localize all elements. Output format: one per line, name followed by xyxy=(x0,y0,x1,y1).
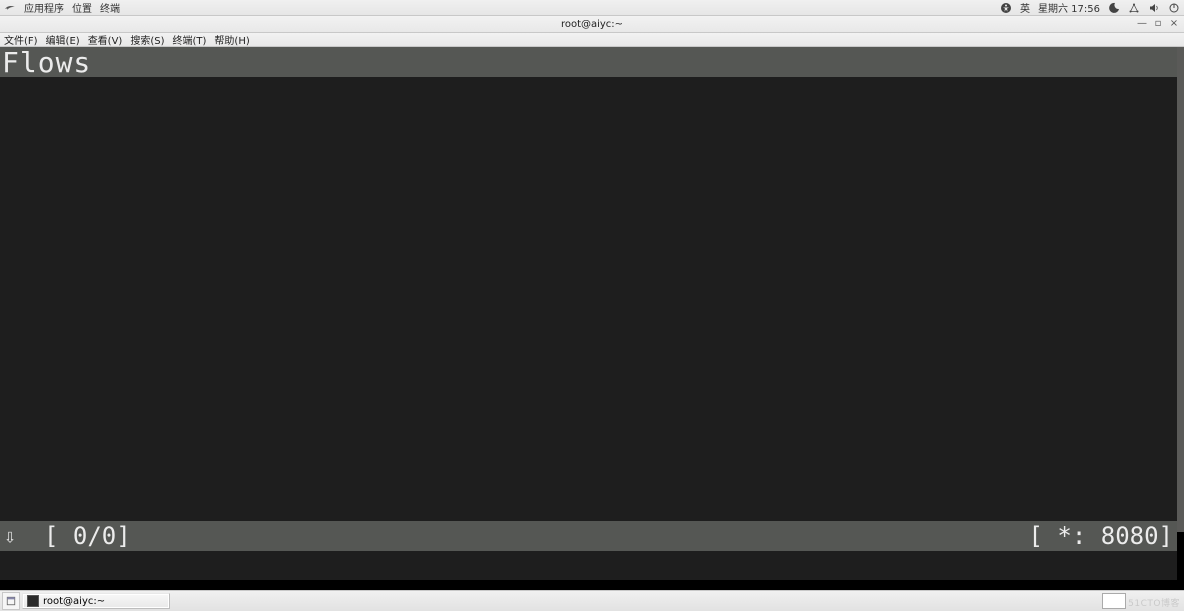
window-maximize-button[interactable]: ▫ xyxy=(1152,17,1164,29)
menu-view[interactable]: 查看(V) xyxy=(88,32,123,47)
volume-icon[interactable] xyxy=(1148,2,1160,14)
terminal-menubar: 文件(F) 编辑(E) 查看(V) 搜索(S) 终端(T) 帮助(H) xyxy=(0,33,1184,47)
moon-icon[interactable] xyxy=(1108,2,1120,14)
network-icon[interactable] xyxy=(1128,2,1140,14)
accessibility-icon[interactable] xyxy=(1000,2,1012,14)
power-icon[interactable] xyxy=(1168,2,1180,14)
watermark: 51CTO博客 xyxy=(1128,596,1180,609)
taskbar-window-label: root@aiyc:~ xyxy=(43,596,105,607)
terminal-icon xyxy=(27,595,39,607)
window-titlebar[interactable]: root@aiyc:~ — ▫ × xyxy=(0,16,1184,33)
desktop-top-panel: 应用程序 位置 终端 英 星期六 17:56 xyxy=(0,0,1184,16)
panel-menu-places[interactable]: 位置 xyxy=(72,0,92,15)
mitmproxy-listen-addr: [ *: 8080] xyxy=(1029,522,1174,550)
terminal-scrollbar[interactable] xyxy=(1177,47,1184,532)
mitmproxy-flow-counter: [ 0/0] xyxy=(44,522,131,550)
mitmproxy-status-bar: ⇩ [ 0/0] [ *: 8080] xyxy=(0,521,1177,551)
kali-logo-icon xyxy=(4,2,16,14)
show-desktop-button[interactable] xyxy=(2,592,20,610)
panel-menu-terminal[interactable]: 终端 xyxy=(100,0,120,15)
menu-search[interactable]: 搜索(S) xyxy=(130,32,164,47)
mitmproxy-flow-list[interactable] xyxy=(0,77,1177,521)
window-minimize-button[interactable]: — xyxy=(1136,17,1148,29)
panel-menu-applications[interactable]: 应用程序 xyxy=(24,0,64,15)
window-close-button[interactable]: × xyxy=(1168,17,1180,29)
window-title: root@aiyc:~ xyxy=(561,19,623,30)
terminal-bottom-border xyxy=(0,580,1184,590)
workspace-switcher[interactable] xyxy=(1102,593,1126,609)
input-language-indicator[interactable]: 英 xyxy=(1020,0,1030,15)
menu-help[interactable]: 帮助(H) xyxy=(214,32,249,47)
mitmproxy-command-line[interactable] xyxy=(0,551,1177,580)
terminal-content[interactable]: Flows ⇩ [ 0/0] [ *: 8080] xyxy=(0,47,1184,590)
menu-terminal[interactable]: 终端(T) xyxy=(173,32,207,47)
mitmproxy-flows-header: Flows xyxy=(0,47,1184,77)
arrow-down-icon: ⇩ xyxy=(4,524,24,548)
desktop-taskbar: root@aiyc:~ 51CTO博客 xyxy=(0,590,1184,611)
clock: 星期六 17:56 xyxy=(1038,0,1100,15)
taskbar-window-button[interactable]: root@aiyc:~ xyxy=(22,593,170,609)
